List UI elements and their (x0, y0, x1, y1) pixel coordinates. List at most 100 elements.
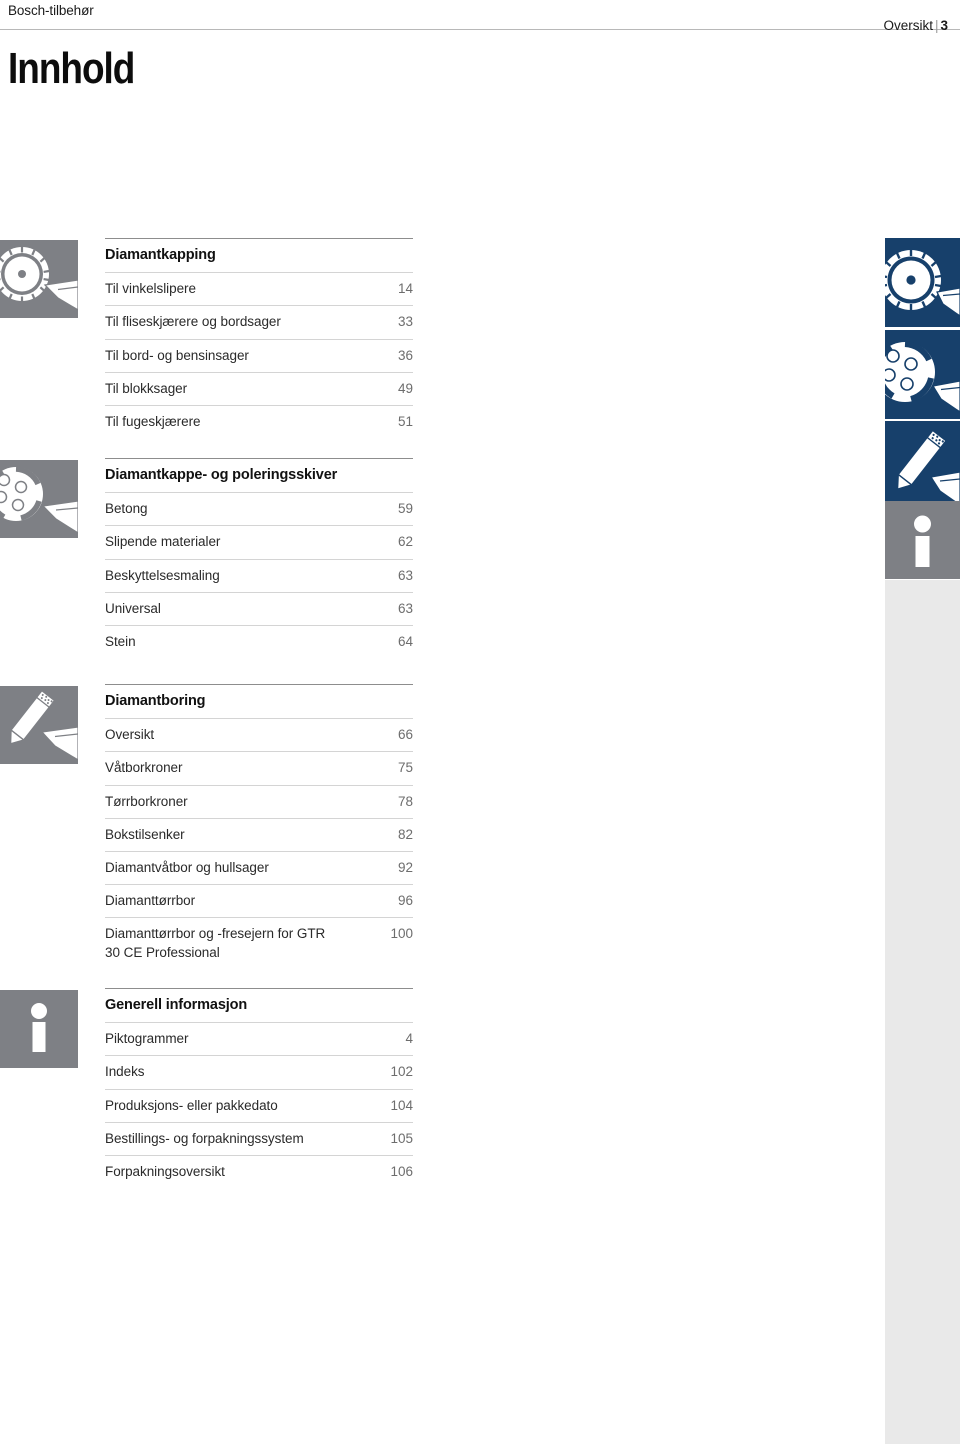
toc-row[interactable]: Tørrborkroner 78 (105, 784, 413, 818)
toc-list-diamantboring: Diamantboring Oversikt 66 Våtborkroner 7… (105, 684, 413, 969)
toc-entry-page: 49 (397, 380, 413, 396)
toc-entry-label: Til blokksager (105, 380, 188, 396)
tab-rail-background (885, 580, 960, 1444)
toc-entry-page: 106 (390, 1164, 413, 1179)
toc-row[interactable]: Produksjons- eller pakkedato 104 (105, 1088, 413, 1122)
chapter-tab-rail (885, 0, 960, 1444)
toc-entry-page: 33 (397, 314, 413, 330)
diamond-drill-bit-icon (9, 689, 78, 761)
toc-entry-page: 100 (390, 926, 413, 942)
toc-entry-page: 92 (397, 860, 413, 875)
toc-row[interactable]: Slipende materialer 62 (105, 525, 413, 558)
toc-row[interactable]: Piktogrammer 4 (105, 1022, 413, 1055)
toc-entry-page: 66 (397, 727, 413, 743)
toc-row[interactable]: Forpakningsoversikt 106 (105, 1155, 413, 1188)
toc-entry-label: Forpakningsoversikt (105, 1164, 225, 1179)
chapter-tab-diamantkapping[interactable] (885, 238, 960, 327)
toc-entry-label: Betong (105, 501, 148, 517)
toc-entry-label: Oversikt (105, 727, 155, 743)
toc-entry-label: Stein (105, 634, 136, 649)
toc-entry-label: Til bord- og bensinsager (105, 347, 249, 363)
diamond-drill-bit-tab-icon (896, 429, 960, 506)
toc-row[interactable]: Universal 63 (105, 591, 413, 625)
toc-entry-page: 14 (397, 281, 413, 297)
toc-entry-page: 59 (397, 501, 413, 517)
toc-entry-page: 51 (397, 414, 413, 429)
running-header-brand: Bosch-tilbehør (8, 3, 94, 18)
toc-entry-label: Indeks (105, 1064, 145, 1080)
section-heading: Diamantkappe- og poleringsskiver (105, 467, 338, 483)
toc-entry-page: 36 (397, 347, 413, 363)
toc-entry-page: 75 (397, 760, 413, 776)
section-thumbnail-diamantkappe (0, 460, 78, 538)
toc-row[interactable]: Til vinkelslipere 14 (105, 272, 413, 305)
diamond-cup-wheel-icon (0, 466, 78, 534)
toc-row[interactable]: Diamanttørrbor 96 (105, 884, 413, 917)
diamond-blade-tab-icon (885, 250, 960, 317)
toc-row[interactable]: Til blokksager 49 (105, 371, 413, 405)
toc-entry-page: 78 (397, 793, 413, 809)
toc-entry-label: Til vinkelslipere (105, 281, 196, 297)
toc-entry-label: Tørrborkroner (105, 793, 188, 809)
toc-entry-label: Til fliseskjærere og bordsager (105, 314, 281, 330)
toc-row[interactable]: Bestillings- og forpakningssystem 105 (105, 1121, 413, 1155)
toc-section-diamantkappe-og-poleringsskiver: Diamantkappe- og poleringsskiver Betong … (0, 458, 420, 658)
toc-entry-label: Diamanttørrbor (105, 893, 196, 909)
toc-entry-page: 104 (390, 1097, 413, 1113)
toc-row[interactable]: Våtborkroner 75 (105, 751, 413, 784)
toc-entry-page: 82 (397, 826, 413, 842)
chapter-tab-diamantboring[interactable] (885, 421, 960, 510)
toc-list-generell-informasjon: Generell informasjon Piktogrammer 4 Inde… (105, 988, 413, 1188)
toc-entry-page: 62 (397, 534, 413, 550)
toc-entry-page: 63 (397, 600, 413, 616)
information-tab-icon (914, 515, 931, 567)
toc-section-generell-informasjon: Generell informasjon Piktogrammer 4 Inde… (0, 988, 420, 1188)
toc-row[interactable]: Indeks 102 (105, 1055, 413, 1088)
toc-entry-label: Bestillings- og forpakningssystem (105, 1130, 304, 1146)
toc-row[interactable]: Beskyttelsesmaling 63 (105, 558, 413, 592)
toc-entry-label: Produksjons- eller pakkedato (105, 1097, 278, 1113)
toc-row[interactable]: Til fugeskjærere 51 (105, 405, 413, 438)
toc-entry-label: Slipende materialer (105, 534, 221, 550)
toc-row[interactable]: Betong 59 (105, 492, 413, 525)
toc-entry-page: 96 (397, 893, 413, 909)
toc-entry-page: 4 (405, 1031, 413, 1047)
running-header: Bosch-tilbehør Oversikt | 3 (0, 0, 960, 33)
toc-list-diamantkappe: Diamantkappe- og poleringsskiver Betong … (105, 458, 413, 658)
section-heading: Diamantboring (105, 693, 206, 709)
toc-row[interactable]: Diamanttørrbor og -fresejern for GTR 30 … (105, 917, 413, 968)
information-icon (31, 1003, 47, 1052)
section-thumbnail-diamantboring (0, 686, 78, 764)
toc-entry-label: Universal (105, 600, 161, 616)
section-thumbnail-diamantkapping (0, 240, 78, 318)
toc-entry-label: Diamanttørrbor og -fresejern for GTR 30 … (105, 926, 326, 960)
toc-entry-page: 105 (390, 1130, 413, 1146)
chapter-tab-generell-informasjon[interactable] (885, 501, 960, 579)
toc-entry-page: 102 (390, 1064, 413, 1080)
toc-entry-page: 64 (397, 634, 413, 649)
toc-entry-label: Beskyttelsesmaling (105, 567, 220, 583)
section-heading: Diamantkapping (105, 247, 216, 263)
toc-entry-label: Våtborkroner (105, 760, 183, 776)
diamond-cup-wheel-tab-icon (885, 341, 960, 413)
toc-section-diamantkapping: Diamantkapping Til vinkelslipere 14 Til … (0, 238, 420, 438)
catalog-table-of-contents-page: Bosch-tilbehør Oversikt | 3 Innhold Diam… (0, 0, 960, 1444)
toc-row[interactable]: Diamantvåtbor og hullsager 92 (105, 851, 413, 884)
toc-entry-page: 63 (397, 567, 413, 583)
toc-section-diamantboring: Diamantboring Oversikt 66 Våtborkroner 7… (0, 684, 420, 969)
toc-entry-label: Diamantvåtbor og hullsager (105, 860, 269, 875)
toc-row[interactable]: Til bord- og bensinsager 36 (105, 338, 413, 372)
chapter-tab-diamantkappe-og-poleringsskiver[interactable] (885, 330, 960, 419)
toc-row[interactable]: Til fliseskjærere og bordsager 33 (105, 305, 413, 338)
section-thumbnail-generell-informasjon (0, 990, 78, 1068)
toc-row[interactable]: Oversikt 66 (105, 718, 413, 751)
toc-entry-label: Bokstilsenker (105, 826, 185, 842)
diamond-saw-blade-icon (0, 247, 78, 311)
page-title: Innhold (8, 44, 135, 93)
toc-entry-label: Piktogrammer (105, 1031, 189, 1047)
section-heading: Generell informasjon (105, 997, 248, 1013)
toc-row[interactable]: Stein 64 (105, 625, 413, 658)
toc-entry-label: Til fugeskjærere (105, 414, 201, 429)
toc-list-diamantkapping: Diamantkapping Til vinkelslipere 14 Til … (105, 238, 413, 438)
toc-row[interactable]: Bokstilsenker 82 (105, 817, 413, 851)
